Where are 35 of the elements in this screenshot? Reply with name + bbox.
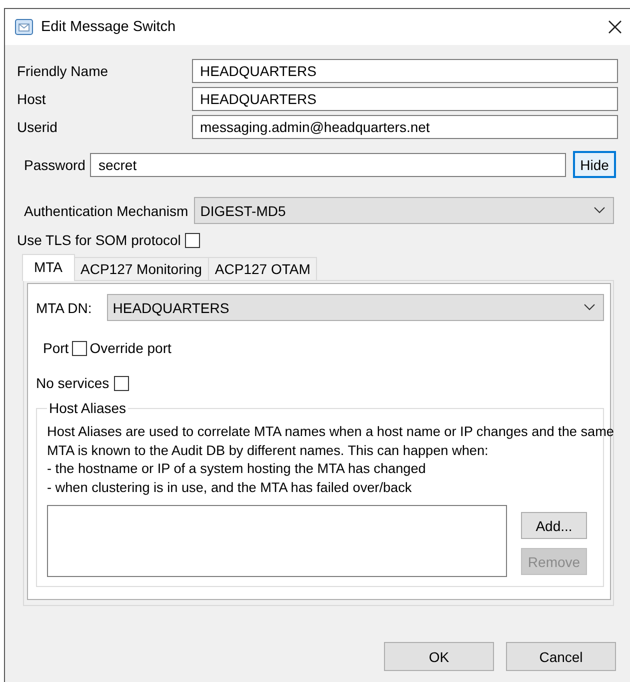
field-label: Host <box>17 91 47 107</box>
checkbox-label: Override port <box>90 340 172 356</box>
tab[interactable]: MTA <box>22 254 75 281</box>
tab[interactable]: ACP127 OTAM <box>208 257 318 280</box>
tab[interactable]: ACP127 Monitoring <box>74 257 209 280</box>
dropdown[interactable]: HEADQUARTERS <box>106 294 604 321</box>
field-label: Authentication Mechanism <box>24 202 188 218</box>
text-field[interactable]: messaging.admin@headquarters.net <box>192 115 618 139</box>
close-icon[interactable] <box>608 20 622 34</box>
checkbox[interactable] <box>114 376 130 390</box>
field-label: Friendly Name <box>17 63 110 79</box>
field-label: MTA DN: <box>36 300 92 316</box>
window-title: Edit Message Switch <box>41 19 177 35</box>
checkbox[interactable] <box>184 232 200 248</box>
chevron-down-icon <box>584 304 595 311</box>
hide-button[interactable]: Hide <box>573 151 616 178</box>
description-text: Host Aliases are used to correlate MTA names when a host name or IP changes and the same MTA is known to the Audit DB by different names. This can happen when: <box>47 423 615 460</box>
field-label: Password <box>24 156 86 172</box>
description-line: - the hostname or IP of a system hosting the MTA has changed <box>47 460 427 478</box>
checkbox-label: Use TLS for SOM protocol <box>17 232 181 248</box>
text-field[interactable]: HEADQUARTERS <box>192 87 618 111</box>
checkbox-label: No services <box>36 375 110 391</box>
dropdown[interactable]: DIGEST-MD5 <box>194 197 614 224</box>
field-label: Userid <box>17 119 58 135</box>
dialog-button[interactable]: Cancel <box>506 642 616 671</box>
alias-button[interactable]: Add... <box>521 512 587 539</box>
text-field[interactable]: HEADQUARTERS <box>192 59 618 83</box>
field-label: Port <box>43 340 69 356</box>
description-line: - when clustering is in use, and the MTA has failed over/back <box>47 478 413 497</box>
password-field[interactable]: secret <box>90 152 566 176</box>
alias-list[interactable] <box>47 505 507 577</box>
checkbox[interactable] <box>72 340 87 356</box>
window-icon <box>15 19 33 35</box>
chevron-down-icon <box>594 207 605 214</box>
dialog-button[interactable]: OK <box>384 642 494 671</box>
